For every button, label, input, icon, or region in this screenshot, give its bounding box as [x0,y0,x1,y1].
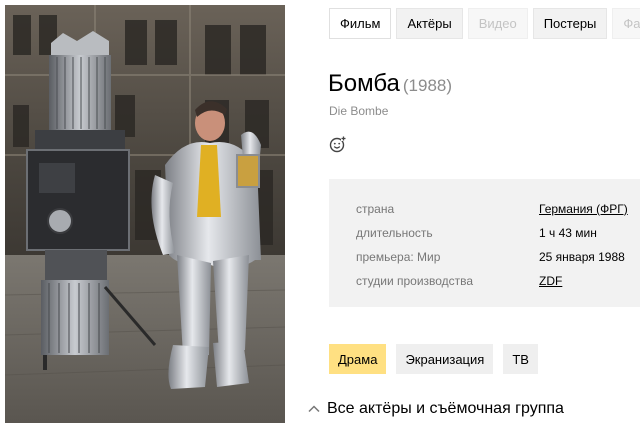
movie-title-text: Бомба [328,70,400,97]
info-key: студии производства [356,274,474,288]
genre-tag-drama[interactable]: Драма [329,344,387,374]
movie-tabs: Фильм Актёры Видео Постеры Факт [329,8,640,39]
studio-link[interactable]: ZDF [539,274,562,288]
chevron-up-icon [308,405,320,413]
movie-year: (1988) [402,76,453,95]
tab-actors[interactable]: Актёры [396,8,463,39]
poster-image[interactable] [5,5,285,423]
tab-posters[interactable]: Постеры [532,8,608,39]
info-key: премьера: Мир [356,250,441,264]
cast-toggle-label: Все актёры и съёмочная группа [327,400,564,417]
movie-title: Бомба (1988) [328,70,452,98]
info-row-premiere: премьера: Мир 25 января 1988 [329,250,640,270]
smile-plus-icon[interactable] [329,136,346,153]
info-row-country: страна Германия (ФРГ) [329,202,640,222]
info-value: 25 января 1988 [539,250,625,264]
info-row-studio: студии производства ZDF [329,274,640,294]
info-key: длительность [356,226,433,240]
tab-facts: Факт [612,8,640,39]
movie-info-panel: страна Германия (ФРГ) длительность 1 ч 4… [329,179,640,307]
poster-illustration [5,5,285,423]
genre-tags: Драма Экранизация ТВ [329,344,538,374]
genre-tag-adaptation[interactable]: Экранизация [396,344,494,374]
genre-tag-tv[interactable]: ТВ [503,344,538,374]
tab-video: Видео [467,8,528,39]
original-title: Die Bombe [329,104,389,118]
info-value: 1 ч 43 мин [539,226,597,240]
cast-toggle[interactable]: Все актёры и съёмочная группа [307,400,564,418]
country-link[interactable]: Германия (ФРГ) [539,202,628,216]
tab-film[interactable]: Фильм [329,8,392,39]
info-row-duration: длительность 1 ч 43 мин [329,226,640,246]
info-key: страна [356,202,395,216]
